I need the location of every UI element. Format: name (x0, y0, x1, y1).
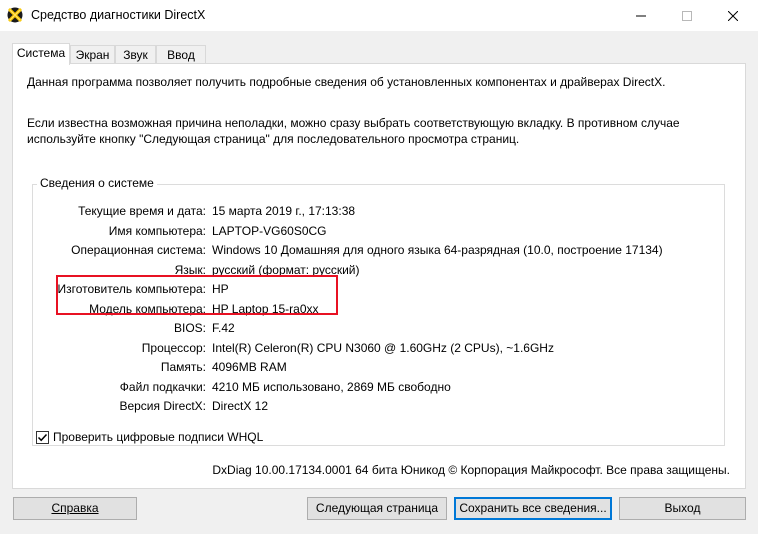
tab-system[interactable]: Система (12, 43, 70, 65)
whql-checkbox-label: Проверить цифровые подписи WHQL (53, 430, 264, 444)
intro-text-2: Если известна возможная причина неполадк… (27, 116, 680, 146)
manufacturer-model-highlight (56, 275, 338, 315)
system-tab-panel: Данная программа позволяет получить подр… (12, 63, 746, 489)
minimize-button[interactable] (618, 0, 664, 31)
info-label: Процессор: (141, 341, 206, 355)
info-value: LAPTOP-VG60S0CG (212, 224, 327, 238)
whql-checkbox[interactable] (36, 430, 49, 444)
save-all-info-button-label: Сохранить все сведения... (459, 501, 607, 515)
info-label: Файл подкачки: (119, 380, 206, 394)
info-value: 4096MB RAM (212, 360, 287, 374)
tab-sound[interactable]: Звук (115, 45, 156, 63)
info-label: Текущие время и дата: (78, 204, 206, 218)
info-value: DirectX 12 (212, 399, 269, 413)
exit-button-label: Выход (664, 501, 701, 515)
tab-input[interactable]: Ввод (156, 45, 206, 63)
version-copyright-text: DxDiag 10.00.17134.0001 64 бита Юникод ©… (212, 463, 730, 477)
info-label: Операционная система: (71, 243, 206, 257)
maximize-button[interactable] (664, 0, 710, 31)
next-page-button-label: Следующая страница (315, 501, 439, 515)
title-bar: Средство диагностики DirectX (0, 0, 758, 31)
save-all-info-button[interactable]: Сохранить все сведения... (454, 497, 612, 520)
info-label: Имя компьютера: (108, 224, 206, 238)
info-value: F.42 (212, 321, 235, 335)
minimize-icon (636, 15, 646, 16)
info-label: Версия DirectX: (119, 399, 206, 413)
whql-checkbox-row[interactable]: Проверить цифровые подписи WHQL (36, 430, 263, 444)
info-value: 4210 МБ использовано, 2869 МБ свободно (212, 380, 451, 394)
window-title: Средство диагностики DirectX (31, 8, 206, 22)
close-button[interactable] (710, 0, 756, 31)
system-info-group: Сведения о системе Текущие время и дата:… (32, 176, 725, 446)
info-value: 15 марта 2019 г., 17:13:38 (212, 204, 356, 218)
tab-display[interactable]: Экран (70, 45, 115, 63)
exit-button[interactable]: Выход (619, 497, 746, 520)
info-value: Windows 10 Домашняя для одного языка 64-… (212, 243, 663, 257)
info-value: Intel(R) Celeron(R) CPU N3060 @ 1.60GHz … (212, 341, 554, 355)
system-info-group-title: Сведения о системе (37, 176, 157, 190)
checkmark-icon (37, 433, 48, 441)
close-icon (728, 10, 738, 21)
directx-app-icon (7, 7, 23, 23)
intro-text-1: Данная программа позволяет получить подр… (27, 75, 666, 89)
maximize-icon (682, 10, 692, 21)
info-label: Память: (160, 360, 206, 374)
next-page-button[interactable]: Следующая страница (307, 497, 447, 520)
help-button-label: Справка (51, 501, 99, 515)
help-button[interactable]: Справка (13, 497, 137, 520)
info-label: BIOS: (173, 321, 206, 335)
